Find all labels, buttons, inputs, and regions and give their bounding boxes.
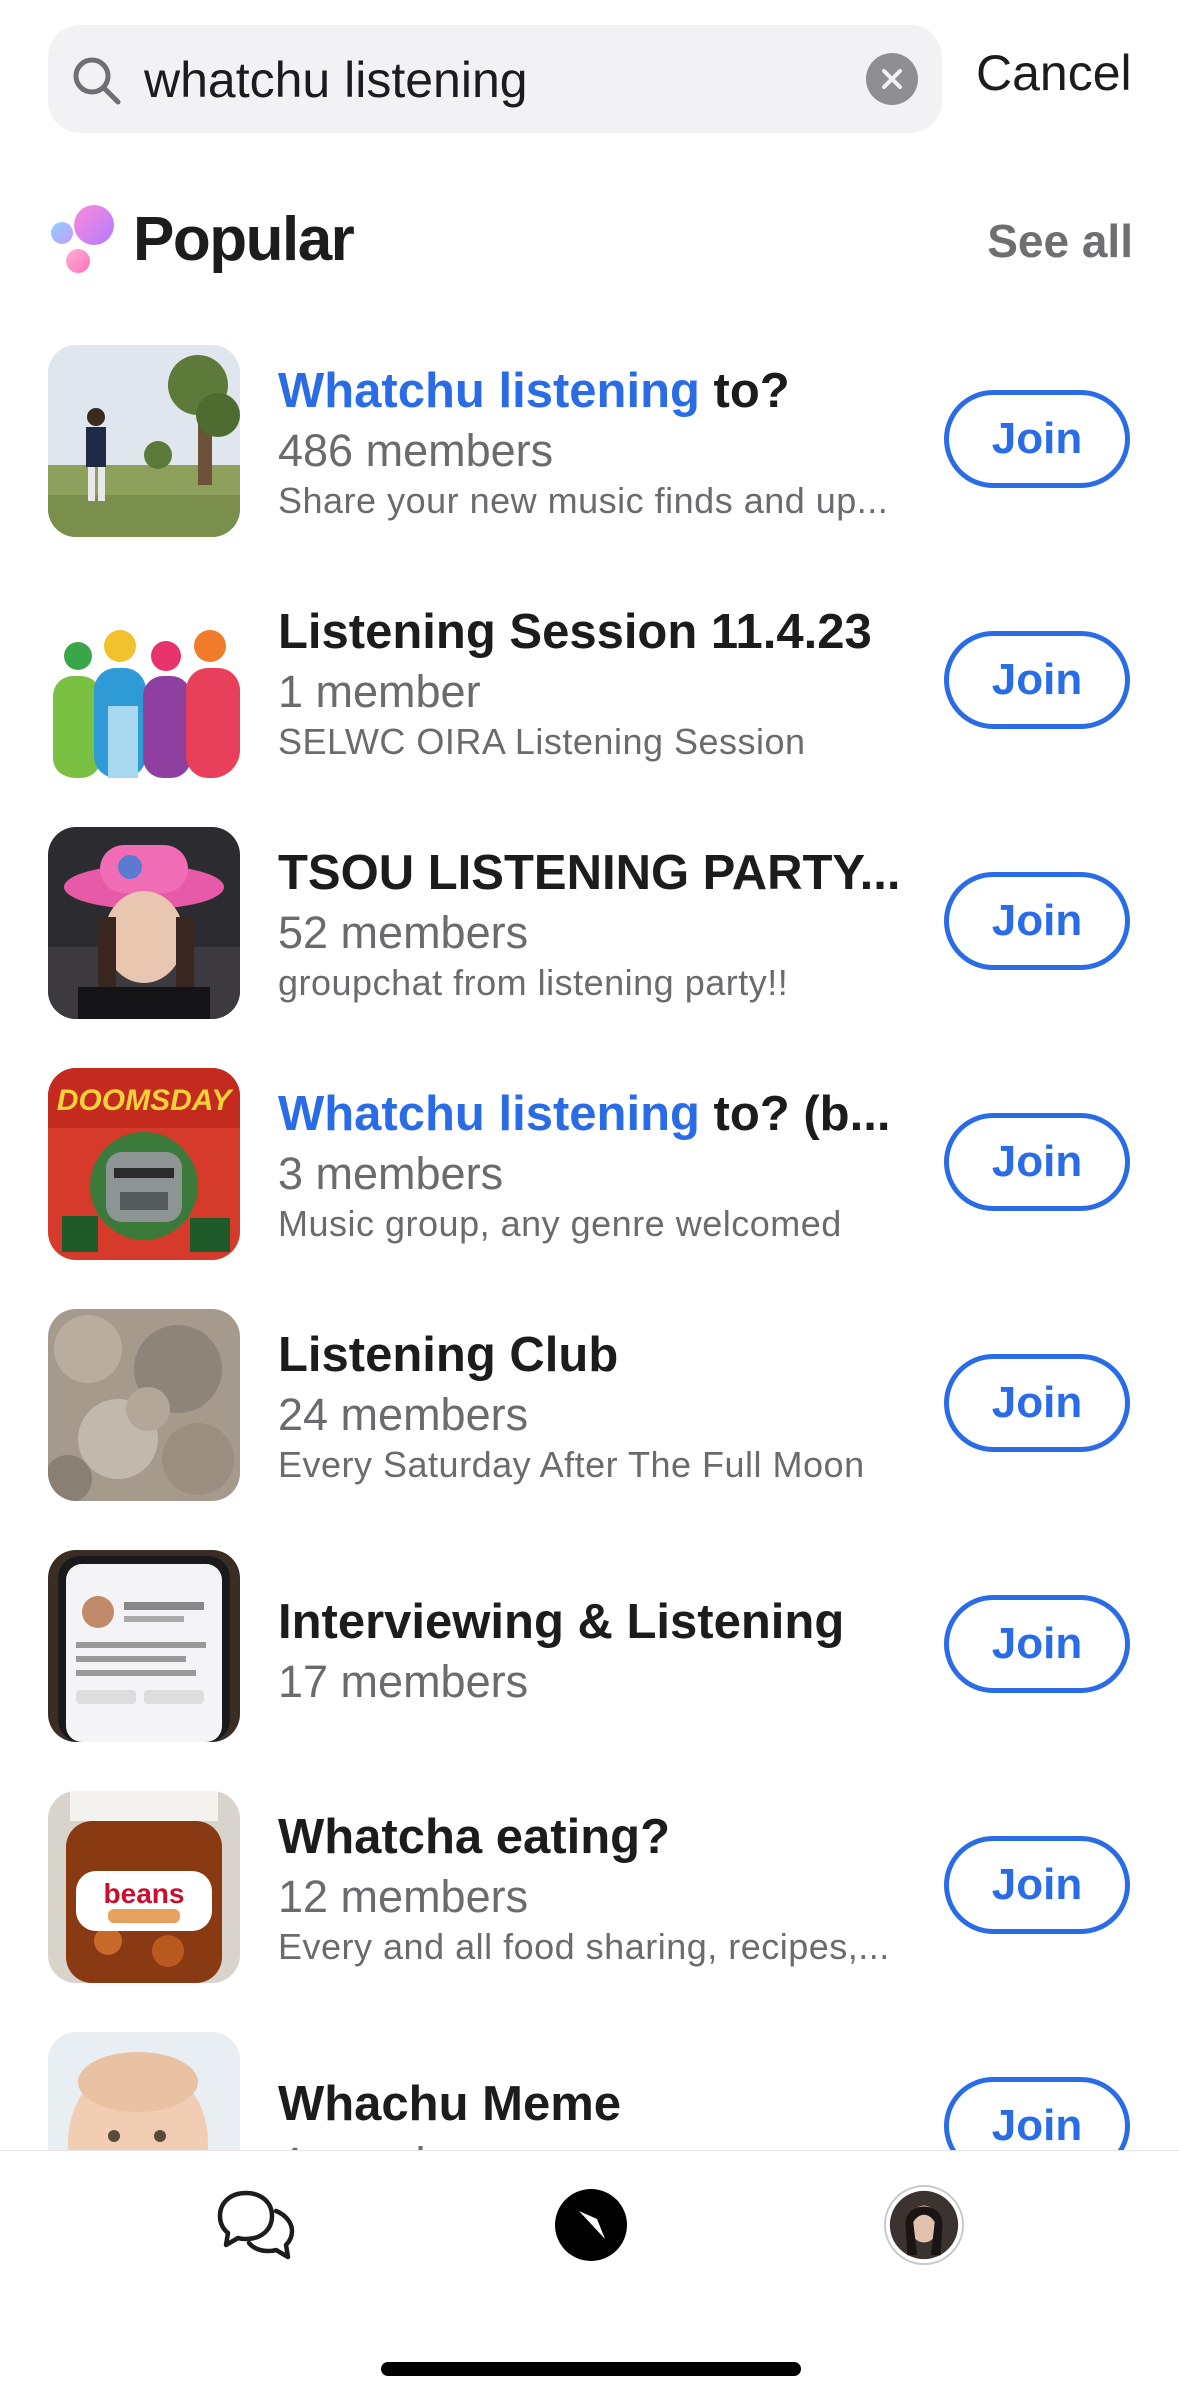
member-count: 24 members bbox=[278, 1389, 529, 1440]
group-thumbnail bbox=[48, 345, 240, 537]
group-description: Share your new music finds and up... bbox=[278, 480, 889, 521]
list-item[interactable]: Listening Session 11.4.23 1 member SELWC… bbox=[0, 586, 1179, 786]
list-item[interactable]: Whachu Meme 4 members Join bbox=[0, 2032, 1179, 2150]
group-name: Interviewing & Listening bbox=[278, 1594, 903, 1650]
group-name-highlight: Whatchu listening bbox=[278, 364, 700, 418]
home-indicator bbox=[381, 2362, 801, 2376]
join-button[interactable]: Join bbox=[944, 390, 1130, 488]
group-name-rest: Whatcha eating? bbox=[278, 1810, 671, 1864]
group-thumbnail bbox=[48, 827, 240, 1019]
member-count: 486 members bbox=[278, 425, 554, 476]
member-count: 1 member bbox=[278, 666, 481, 717]
member-count: 3 members bbox=[278, 1148, 504, 1199]
member-count: 4 members bbox=[278, 2138, 503, 2150]
join-button[interactable]: Join bbox=[944, 1354, 1130, 1452]
album-title-text: DOOMSDAY bbox=[57, 1084, 234, 1117]
group-name: Whatchu listening to? (b... bbox=[278, 1086, 903, 1142]
group-name: Whachu Meme bbox=[278, 2076, 903, 2132]
group-name-rest: TSOU LISTENING PARTY... bbox=[278, 846, 901, 900]
group-name: Listening Club bbox=[278, 1327, 903, 1383]
join-button[interactable]: Join bbox=[944, 872, 1130, 970]
tab-chats[interactable] bbox=[216, 2185, 296, 2265]
chat-bubbles-icon bbox=[217, 2190, 295, 2260]
group-name-rest: to? (b... bbox=[699, 1087, 891, 1141]
list-item[interactable]: Interviewing & Listening 17 members Join bbox=[0, 1550, 1179, 1750]
group-thumbnail bbox=[48, 2032, 240, 2150]
group-thumbnail bbox=[48, 1309, 240, 1501]
list-item[interactable]: Listening Club 24 members Every Saturday… bbox=[0, 1309, 1179, 1509]
avatar bbox=[884, 2185, 964, 2265]
list-item[interactable]: beans Whatcha eating? 12 members Every a… bbox=[0, 1791, 1179, 1991]
compass-icon bbox=[555, 2189, 627, 2261]
tab-discover[interactable] bbox=[551, 2185, 631, 2265]
join-button[interactable]: Join bbox=[944, 631, 1130, 729]
group-description: Every and all food sharing, recipes,... bbox=[278, 1926, 890, 1967]
group-name: TSOU LISTENING PARTY... bbox=[278, 845, 903, 901]
join-button[interactable]: Join bbox=[944, 1595, 1130, 1693]
member-count: 52 members bbox=[278, 907, 529, 958]
group-name: Whatchu listening to? bbox=[278, 363, 903, 419]
group-thumbnail: beans bbox=[48, 1791, 240, 1983]
join-button[interactable]: Join bbox=[944, 2077, 1130, 2150]
list-item[interactable]: TSOU LISTENING PARTY... 52 members group… bbox=[0, 827, 1179, 1027]
group-name-highlight: Whatchu listening bbox=[278, 1087, 700, 1141]
join-button[interactable]: Join bbox=[944, 1113, 1130, 1211]
group-description: groupchat from listening party!! bbox=[278, 962, 789, 1003]
jar-label-text: beans bbox=[104, 1878, 185, 1909]
member-count: 12 members bbox=[278, 1871, 529, 1922]
group-thumbnail bbox=[48, 586, 240, 778]
group-name-rest: Listening Club bbox=[278, 1328, 619, 1382]
group-thumbnail bbox=[48, 1550, 240, 1742]
join-button[interactable]: Join bbox=[944, 1836, 1130, 1934]
group-name: Whatcha eating? bbox=[278, 1809, 903, 1865]
list-item[interactable]: DOOMSDAY Whatchu listening to? (b... 3 m… bbox=[0, 1068, 1179, 1268]
tab-profile[interactable] bbox=[884, 2185, 964, 2265]
group-list: Whatchu listening to? 486 members Share … bbox=[0, 0, 1179, 2150]
member-count: 17 members bbox=[278, 1656, 529, 1707]
group-thumbnail: DOOMSDAY bbox=[48, 1068, 240, 1260]
list-item[interactable]: Whatchu listening to? 486 members Share … bbox=[0, 345, 1179, 545]
group-description: Every Saturday After The Full Moon bbox=[278, 1444, 865, 1485]
group-description: Music group, any genre welcomed bbox=[278, 1203, 842, 1244]
group-name-rest: Whachu Meme bbox=[278, 2077, 622, 2131]
group-name-rest: Interviewing & Listening bbox=[278, 1595, 845, 1649]
group-name-rest: to? bbox=[699, 364, 790, 418]
tab-bar bbox=[0, 2150, 1179, 2397]
group-name: Listening Session 11.4.23 bbox=[278, 604, 903, 660]
group-name-rest: Listening Session 11.4.23 bbox=[278, 605, 872, 659]
group-description: SELWC OIRA Listening Session bbox=[278, 721, 806, 762]
